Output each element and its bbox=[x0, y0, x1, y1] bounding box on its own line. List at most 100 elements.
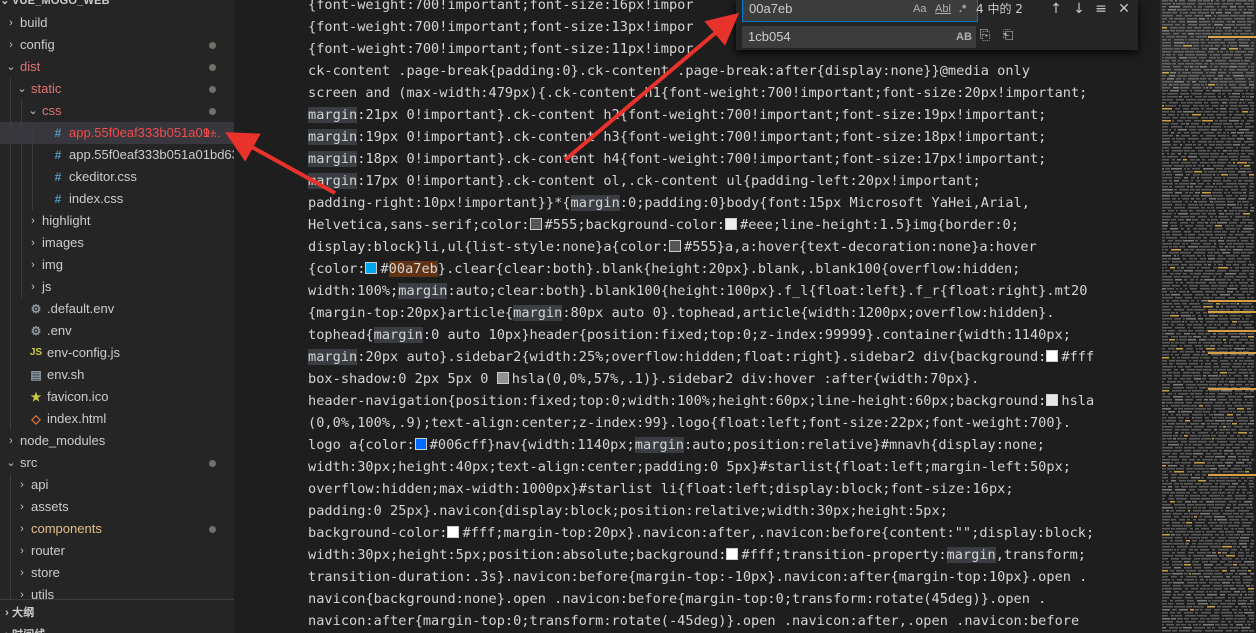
minimap-mark bbox=[1206, 453, 1211, 455]
folder-item[interactable]: › img bbox=[0, 254, 234, 276]
code-editor[interactable]: {font-weight:700!important;font-size:16p… bbox=[234, 0, 1160, 633]
code-line[interactable]: width:100%;margin:auto;clear:both}.blank… bbox=[308, 280, 1087, 302]
code-line[interactable]: {font-weight:700!important;font-size:13p… bbox=[308, 16, 694, 38]
minimap-mark bbox=[1184, 573, 1188, 575]
file-item[interactable]: # app.55f0eaf333b051a01... 9+ bbox=[0, 122, 234, 144]
minimap-mark bbox=[1227, 138, 1235, 140]
replace-all-icon[interactable]: ⎗ bbox=[1000, 27, 1016, 45]
folder-item[interactable]: › router bbox=[0, 540, 234, 562]
code-line[interactable]: display:block}li,ul{list-style:none}a{co… bbox=[308, 236, 1037, 258]
code-line[interactable]: tophead{margin:0 auto 10px}header{positi… bbox=[308, 324, 1071, 346]
folder-item[interactable]: › build bbox=[0, 12, 234, 34]
color-swatch-icon[interactable] bbox=[1046, 350, 1059, 362]
code-line[interactable]: padding-right:10px!important}}*{margin:0… bbox=[308, 192, 1030, 214]
minimap-mark bbox=[1176, 492, 1185, 494]
file-item[interactable]: ⚙ .env bbox=[0, 320, 234, 342]
folder-item[interactable]: ⌄ dist bbox=[0, 56, 234, 78]
minimap[interactable] bbox=[1160, 0, 1256, 633]
code-line[interactable]: margin:18px 0!important}.ck-content h4{f… bbox=[308, 148, 1046, 170]
code-line[interactable]: width:30px;height:5px;position:absolute;… bbox=[308, 544, 1086, 566]
code-line[interactable]: box-shadow:0 2px 5px 0 hsla(0,0%,57%,.1)… bbox=[308, 368, 979, 390]
minimap-mark bbox=[1207, 327, 1217, 329]
color-swatch-icon[interactable] bbox=[725, 218, 738, 230]
file-item[interactable]: ⚙ .default.env bbox=[0, 298, 234, 320]
code-line[interactable]: logo a{color: #006cff}nav{width:1140px;ma… bbox=[308, 434, 1045, 456]
code-line[interactable]: header-navigation{position:fixed;top:0;w… bbox=[308, 390, 1094, 412]
code-line[interactable]: overflow:hidden;max-width:1000px}#starli… bbox=[308, 478, 1014, 500]
minimap-mark bbox=[1249, 378, 1254, 380]
preserve-case-toggle[interactable]: AB bbox=[956, 29, 972, 45]
word-highlight: margin bbox=[373, 327, 423, 343]
minimap-mark bbox=[1188, 204, 1198, 206]
find-input[interactable] bbox=[749, 0, 899, 21]
color-swatch-icon[interactable] bbox=[726, 548, 739, 560]
code-line[interactable]: navicon:after{margin-top:0;transform:rot… bbox=[308, 610, 1079, 632]
close-icon[interactable]: ✕ bbox=[1116, 0, 1132, 18]
match-case-toggle[interactable]: Aa bbox=[913, 1, 926, 17]
color-swatch-icon[interactable] bbox=[365, 262, 378, 274]
minimap-mark bbox=[1247, 603, 1254, 605]
file-item[interactable]: ★ favicon.ico bbox=[0, 386, 234, 408]
next-match-icon[interactable]: ↓ bbox=[1071, 0, 1087, 18]
color-swatch-icon[interactable] bbox=[668, 240, 681, 252]
outline-section[interactable]: › 大纲 bbox=[0, 602, 234, 624]
code-line[interactable]: margin:21px 0!important}.ck-content h2{f… bbox=[308, 104, 1046, 126]
file-item[interactable]: JS env-config.js bbox=[0, 342, 234, 364]
folder-item[interactable]: › config bbox=[0, 34, 234, 56]
code-line[interactable]: margin:19px 0!important}.ck-content h3{f… bbox=[308, 126, 1046, 148]
minimap-mark bbox=[1233, 219, 1239, 221]
code-line[interactable]: margin:17px 0!important}.ck-content ol,.… bbox=[308, 170, 981, 192]
explorer-root[interactable]: ⌄ VUE_MOGO_WEB bbox=[0, 0, 234, 12]
code-line[interactable]: padding:0 25px}.navicon{display:block;po… bbox=[308, 500, 948, 522]
code-line[interactable]: background-color: #fff;margin-top:20px}.n… bbox=[308, 522, 1094, 544]
folder-item[interactable]: › images bbox=[0, 232, 234, 254]
folder-item[interactable]: ⌄ static bbox=[0, 78, 234, 100]
code-line[interactable]: transition-duration:.3s}.navicon:before{… bbox=[308, 566, 1087, 588]
code-line[interactable]: margin:20px auto}.sidebar2{width:25%;ove… bbox=[308, 346, 1094, 368]
minimap-mark bbox=[1166, 402, 1173, 404]
minimap-mark bbox=[1229, 111, 1233, 113]
file-item[interactable]: # index.css bbox=[0, 188, 234, 210]
minimap-mark bbox=[1226, 255, 1235, 257]
file-item[interactable]: # ckeditor.css bbox=[0, 166, 234, 188]
file-item[interactable]: ▤ env.sh bbox=[0, 364, 234, 386]
code-line[interactable]: width:30px;height:40px;text-align:center… bbox=[308, 456, 1071, 478]
replace-input[interactable] bbox=[748, 26, 898, 48]
color-swatch-icon[interactable] bbox=[529, 218, 542, 230]
code-line[interactable]: Helvetica,sans-serif;color: #555;backgrou… bbox=[308, 214, 1019, 236]
code-line[interactable]: {font-weight:700!important;font-size:16p… bbox=[308, 0, 694, 16]
previous-match-icon[interactable]: ↑ bbox=[1048, 0, 1064, 18]
color-swatch-icon[interactable] bbox=[447, 526, 460, 538]
minimap-mark bbox=[1162, 264, 1167, 266]
regex-toggle[interactable]: .* bbox=[959, 1, 966, 17]
minimap-mark bbox=[1236, 225, 1242, 227]
folder-item[interactable]: › highlight bbox=[0, 210, 234, 232]
minimap-mark bbox=[1230, 453, 1234, 455]
code-line[interactable]: ck-content .page-break{padding:0}.ck-con… bbox=[308, 60, 1030, 82]
whole-word-toggle[interactable]: Abl bbox=[935, 1, 951, 17]
find-in-selection-icon[interactable]: ≡ bbox=[1093, 0, 1109, 18]
file-item[interactable]: ◇ index.html bbox=[0, 408, 234, 430]
timeline-section[interactable]: › 时间线 bbox=[0, 624, 234, 633]
minimap-viewport[interactable] bbox=[1160, 0, 1256, 90]
word-highlight: margin bbox=[946, 547, 996, 563]
code-line[interactable]: screen and (max-width:479px){.ck-content… bbox=[308, 82, 1087, 104]
folder-item[interactable]: › js bbox=[0, 276, 234, 298]
code-line[interactable]: (0,0%,100%,.9);text-align:center;z-index… bbox=[308, 412, 1071, 434]
file-item[interactable]: #app.55f0eaf333b051a01bd63d... bbox=[0, 144, 234, 166]
code-line[interactable]: {color: #00a7eb}.clear{clear:both}.blank{… bbox=[308, 258, 1020, 280]
folder-item[interactable]: › node_modules bbox=[0, 430, 234, 452]
folder-item[interactable]: › api bbox=[0, 474, 234, 496]
folder-item[interactable]: ⌄ css bbox=[0, 100, 234, 122]
code-line[interactable]: {margin-top:20px}article{margin:80px aut… bbox=[308, 302, 1055, 324]
color-swatch-icon[interactable] bbox=[496, 372, 509, 384]
folder-item[interactable]: › assets bbox=[0, 496, 234, 518]
color-swatch-icon[interactable] bbox=[414, 438, 427, 450]
folder-item[interactable]: ⌄ src bbox=[0, 452, 234, 474]
code-line[interactable]: {font-weight:700!important;font-size:11p… bbox=[308, 38, 694, 60]
color-swatch-icon[interactable] bbox=[1046, 394, 1059, 406]
code-line[interactable]: navicon{background:none}.open .navicon:b… bbox=[308, 588, 1046, 610]
folder-item[interactable]: › components bbox=[0, 518, 234, 540]
folder-item[interactable]: › store bbox=[0, 562, 234, 584]
replace-icon[interactable]: ⎘ bbox=[977, 27, 993, 45]
